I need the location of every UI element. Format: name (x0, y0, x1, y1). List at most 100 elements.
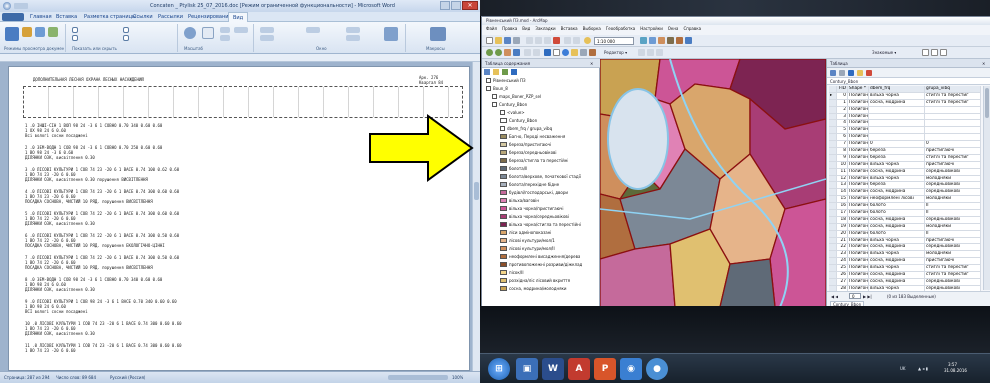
table-cell[interactable]: 15 (837, 196, 848, 203)
full-screen-reading-icon[interactable] (22, 27, 32, 37)
table-row[interactable]: 1 Полигон сосна, модрина стиглі та перестиг (829, 99, 981, 107)
toc-layer-item[interactable]: болота/перехідне бідне (500, 181, 559, 188)
table-row[interactable]: 25 Полигон вільха чорна стиглі та перестиг (829, 265, 981, 273)
toc-layer-item[interactable]: <value> (500, 109, 525, 116)
edit-tool-icon[interactable] (638, 49, 645, 56)
print-layout-icon[interactable] (5, 27, 19, 41)
table-cell[interactable]: молодняки (925, 175, 981, 182)
arrange-all-icon[interactable] (260, 35, 274, 41)
menu-item[interactable]: Окна (668, 26, 679, 31)
table-cell[interactable]: вільха чорна (869, 92, 925, 99)
zoom-whole-page-icon[interactable] (922, 49, 929, 56)
language-indicator[interactable]: UK (900, 366, 906, 371)
table-cell[interactable]: 0 (837, 92, 848, 99)
row-selector[interactable] (829, 265, 837, 272)
toc-layer-item[interactable]: неоформлені висадження/дерева (500, 253, 580, 260)
table-row[interactable]: 10 Полигон вільха чорна пристигаючі (829, 161, 981, 169)
toc-layer-item[interactable]: береза/пристигаючі (500, 141, 551, 148)
ruler-checkbox[interactable] (72, 27, 78, 33)
cut-icon[interactable] (526, 37, 533, 44)
table-cell[interactable]: 22 (837, 244, 848, 251)
table-cell[interactable]: сосна, модрина (869, 223, 925, 230)
table-cell[interactable]: середньовікові (925, 216, 981, 223)
switch-selection-icon[interactable] (857, 70, 863, 76)
row-selector[interactable] (829, 113, 837, 120)
table-options-icon[interactable] (830, 70, 836, 76)
table-cell[interactable] (925, 120, 981, 127)
tab-references[interactable]: Ссылки (133, 14, 153, 20)
toc-layer-item[interactable]: вільха чорна/пристигаючі (500, 205, 564, 212)
table-row[interactable]: 23 Полигон вільха чорна молодняки (829, 251, 981, 259)
row-selector[interactable] (829, 168, 837, 175)
table-cell[interactable]: 25 (837, 265, 848, 272)
toc-layer-item[interactable]: Contury_Bbon (500, 117, 537, 124)
table-cell[interactable]: 23 (837, 251, 848, 258)
macros-icon[interactable] (430, 27, 446, 41)
close-icon[interactable]: ✕ (590, 61, 593, 66)
menu-item[interactable]: Геообработка (606, 26, 635, 31)
reshape-icon[interactable] (656, 49, 663, 56)
select-elements-icon[interactable] (553, 49, 560, 56)
layout-zoom-out-icon[interactable] (940, 49, 947, 56)
identify-icon[interactable] (562, 49, 569, 56)
table-cell[interactable]: Полигон (848, 127, 869, 134)
table-cell[interactable]: стиглі та перестиг (925, 92, 981, 99)
toc-icon[interactable] (649, 37, 656, 44)
table-cell[interactable]: Полигон (848, 175, 869, 182)
table-cell[interactable]: сосна, модрина (869, 272, 925, 278)
row-selector[interactable] (829, 189, 837, 196)
toc-layer-item[interactable]: розхідна/ліс лісовий вкриття (500, 277, 570, 284)
table-cell[interactable]: Полигон (848, 134, 869, 141)
editor-toolbar-icon[interactable] (640, 37, 647, 44)
table-row[interactable]: ▸ 0 Полигон вільха чорна стиглі та перестиг (829, 92, 981, 100)
table-row[interactable]: 21 Полигон вільха чорна пристигаючі (829, 237, 981, 245)
table-cell[interactable]: Полигон (848, 223, 869, 230)
table-row[interactable]: 18 Полигон сосна, модрина середньовікові (829, 216, 981, 224)
table-cell[interactable]: середньовікові (925, 168, 981, 175)
tray-icons[interactable]: ▲ ◂ ▮ (918, 366, 928, 371)
table-row[interactable]: 4 Полигон (829, 120, 981, 128)
table-cell[interactable]: Полигон (848, 154, 869, 161)
table-cell[interactable]: пристигаючі (925, 237, 981, 244)
close-icon[interactable]: ✕ (982, 61, 985, 66)
table-cell[interactable]: Полигон (848, 99, 869, 106)
catalog-icon[interactable] (658, 37, 665, 44)
menu-item[interactable]: Закладки (535, 26, 555, 31)
delete-icon[interactable] (553, 37, 560, 44)
table-cell[interactable]: молодняки (925, 223, 981, 230)
row-selector[interactable] (829, 106, 837, 113)
related-tables-icon[interactable] (839, 70, 845, 76)
row-selector[interactable] (829, 203, 837, 210)
column-header-dbem-frq[interactable]: dbem_frq (869, 86, 925, 92)
document-map-checkbox[interactable] (123, 27, 129, 33)
scale-input[interactable]: 1:10 000 (594, 37, 634, 45)
python-icon[interactable] (685, 37, 692, 44)
one-page-icon[interactable] (220, 27, 230, 33)
zoom-out-icon[interactable] (495, 49, 502, 56)
toc-layer-item[interactable]: лісові культури/мол/II (500, 245, 555, 252)
table-cell[interactable] (869, 134, 925, 141)
toc-layer-item[interactable]: dbem_frq / grupa_vibq (500, 125, 552, 132)
powerpoint-taskbar-icon[interactable]: P (594, 358, 616, 380)
row-selector[interactable] (829, 134, 837, 141)
table-cell[interactable]: 0 (925, 141, 981, 148)
menu-item[interactable]: Вставка (561, 26, 578, 31)
row-selector[interactable] (829, 230, 837, 237)
tab-home[interactable]: Главная (30, 14, 52, 20)
table-cell[interactable]: болото (869, 203, 925, 210)
table-row[interactable]: 19 Полигон сосна, модрина молодняки (829, 223, 981, 231)
toc-layer-item[interactable]: противопожежні розриви/діжклад (500, 261, 582, 268)
table-cell[interactable]: Полигон (848, 258, 869, 265)
layer-visibility-checkbox[interactable] (500, 126, 505, 131)
toc-layer-item[interactable]: болота/верхове, початкової стадії (500, 173, 581, 180)
layout-zoom-in-icon[interactable] (931, 49, 938, 56)
page-width-icon[interactable] (234, 27, 248, 33)
table-cell[interactable]: 21 (837, 237, 848, 244)
table-cell[interactable]: 13 (837, 182, 848, 189)
language-indicator[interactable]: Русский (Россия) (110, 375, 145, 380)
table-cell[interactable]: Полигон (848, 189, 869, 196)
zoom-in-icon[interactable] (486, 49, 493, 56)
table-row[interactable]: 9 Полигон береза стиглі та перестиг (829, 154, 981, 162)
toc-layer-item[interactable]: вільха чорна/середньовікові (500, 213, 569, 220)
row-selector[interactable]: ▸ (829, 92, 837, 99)
